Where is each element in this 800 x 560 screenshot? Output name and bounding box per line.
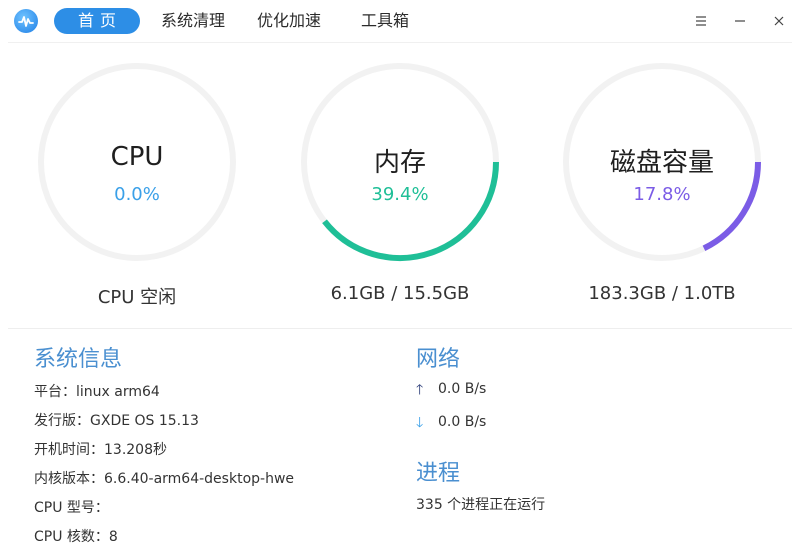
app-logo-icon (14, 9, 38, 33)
memory-gauge-title: 内存 (373, 148, 426, 178)
download-arrow-icon: 🡓 (416, 415, 424, 431)
disk-gauge-title: 磁盘容量 (609, 148, 714, 178)
uptime-line: 开机时间：13.208秒 (34, 442, 167, 458)
cpu-cores-line: CPU 核数：8 (34, 529, 118, 545)
tab-home[interactable]: 首页 (54, 8, 140, 34)
download-speed: 0.0 B/s (438, 414, 487, 430)
cpu-gauge: CPU 0.0% (35, 60, 239, 264)
network-title: 网络 (416, 347, 461, 372)
process-title: 进程 (416, 461, 461, 486)
tab-toolbox[interactable]: 工具箱 (352, 8, 418, 34)
process-count: 335 个进程正在运行 (416, 497, 546, 513)
close-icon[interactable] (768, 10, 790, 32)
tab-system-clean[interactable]: 系统清理 (152, 8, 234, 34)
system-info-title: 系统信息 (34, 347, 123, 372)
disk-gauge: 磁盘容量 17.8% (560, 60, 764, 264)
minimize-icon[interactable] (729, 10, 751, 32)
memory-gauge-caption: 6.1GB / 15.5GB (330, 283, 470, 304)
cpu-gauge-caption: CPU 空闲 (97, 287, 177, 308)
memory-gauge-value: 39.4% (371, 184, 429, 205)
platform-line: 平台：linux arm64 (34, 384, 160, 400)
title-bar: 首页 系统清理 优化加速 工具箱 (0, 0, 800, 42)
release-line: 发行版：GXDE OS 15.13 (34, 413, 199, 429)
cpu-gauge-value: 0.0% (114, 184, 160, 205)
disk-gauge-value: 17.8% (633, 184, 691, 205)
memory-gauge: 内存 39.4% (298, 60, 502, 264)
tab-optimize[interactable]: 优化加速 (248, 8, 330, 34)
kernel-line: 内核版本：6.6.40-arm64-desktop-hwe (34, 471, 295, 487)
section-divider (8, 328, 792, 329)
upload-speed: 0.0 B/s (438, 381, 487, 397)
title-divider (8, 42, 792, 43)
cpu-model-line: CPU 型号： (34, 500, 109, 516)
menu-icon[interactable] (690, 10, 712, 32)
cpu-gauge-title: CPU (110, 142, 164, 172)
upload-arrow-icon: 🡑 (416, 382, 424, 398)
disk-gauge-caption: 183.3GB / 1.0TB (588, 283, 736, 304)
